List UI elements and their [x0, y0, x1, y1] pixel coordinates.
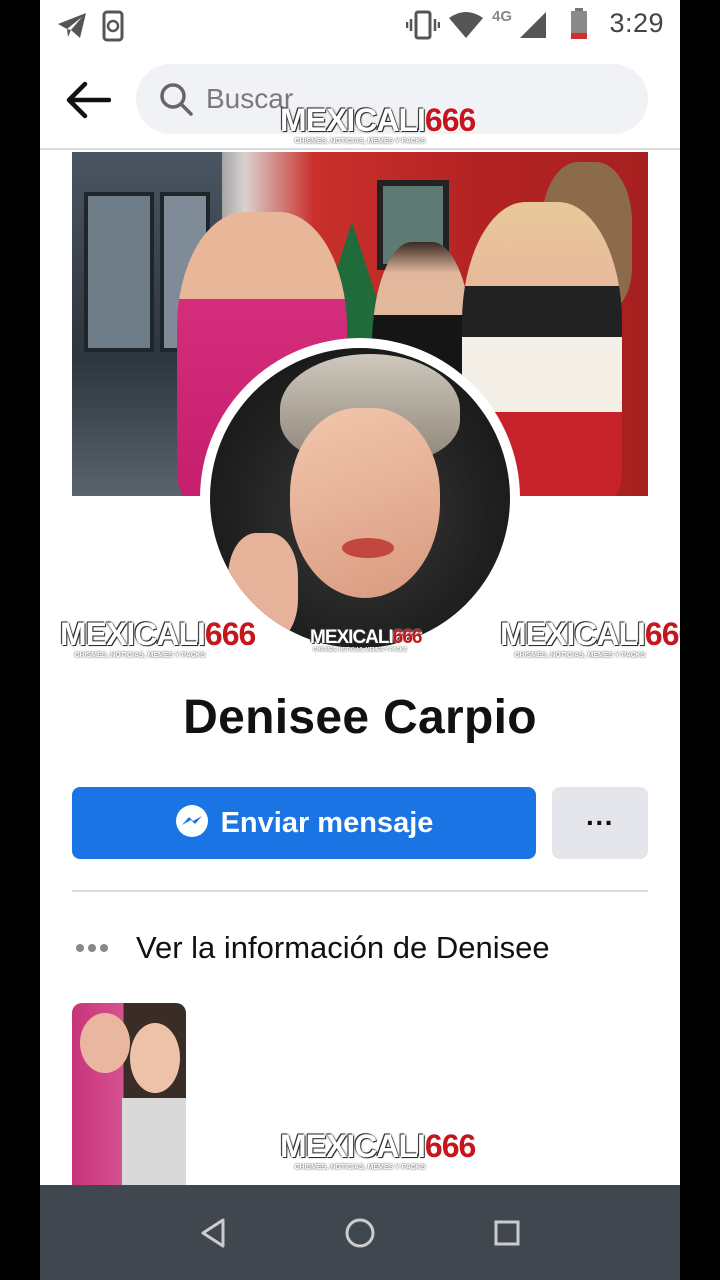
search-header: [40, 50, 680, 150]
watermark-logo: MEXICALI666 CHISMES, NOTICIAS, MEMES Y P…: [500, 616, 680, 659]
back-arrow-icon: [66, 81, 111, 119]
recents-nav-icon: [494, 1220, 520, 1245]
back-nav-icon: [201, 1218, 225, 1247]
nav-home-button[interactable]: [330, 1203, 390, 1263]
nav-recents-button[interactable]: [477, 1203, 537, 1263]
more-dots-icon: [72, 943, 112, 953]
profile-name: Denisee Carpio: [183, 691, 537, 744]
profile-picture[interactable]: [200, 338, 520, 658]
photo-thumbnail[interactable]: [72, 1003, 186, 1185]
search-input[interactable]: [206, 83, 586, 115]
network-type: 4G: [492, 8, 513, 25]
divider: [72, 890, 648, 892]
search-bar[interactable]: [136, 64, 648, 134]
see-info-label: Ver la información de Denisee: [136, 930, 550, 965]
android-nav-bar: [40, 1185, 680, 1280]
watermark-logo: MEXICALI666 CHISMES, NOTICIAS, MEMES Y P…: [60, 616, 256, 659]
see-info-link[interactable]: Ver la información de Denisee: [72, 918, 648, 978]
signal-icon: [518, 10, 548, 45]
more-options-button[interactable]: ···: [552, 787, 648, 859]
telegram-icon: [56, 10, 88, 45]
send-message-label: Enviar mensaje: [220, 806, 434, 839]
battery-icon: [570, 8, 588, 45]
status-bar: 4G 3:29: [40, 0, 680, 50]
back-button[interactable]: [60, 74, 116, 126]
watermark-logo: MEXICALI666 CHISMES, NOTICIAS, MEMES Y P…: [280, 1128, 476, 1171]
vibrate-icon: [405, 10, 441, 45]
phone-sync-icon: [100, 10, 128, 47]
nav-back-button[interactable]: [183, 1203, 243, 1263]
search-icon: [158, 81, 194, 117]
status-clock: 3:29: [609, 8, 664, 38]
messenger-icon: [175, 804, 209, 843]
send-message-button[interactable]: Enviar mensaje: [72, 787, 536, 859]
home-nav-icon: [345, 1218, 375, 1247]
phone-screen: 4G 3:29 MEXICALI666 CH: [40, 0, 680, 1280]
wifi-icon: [448, 10, 484, 45]
